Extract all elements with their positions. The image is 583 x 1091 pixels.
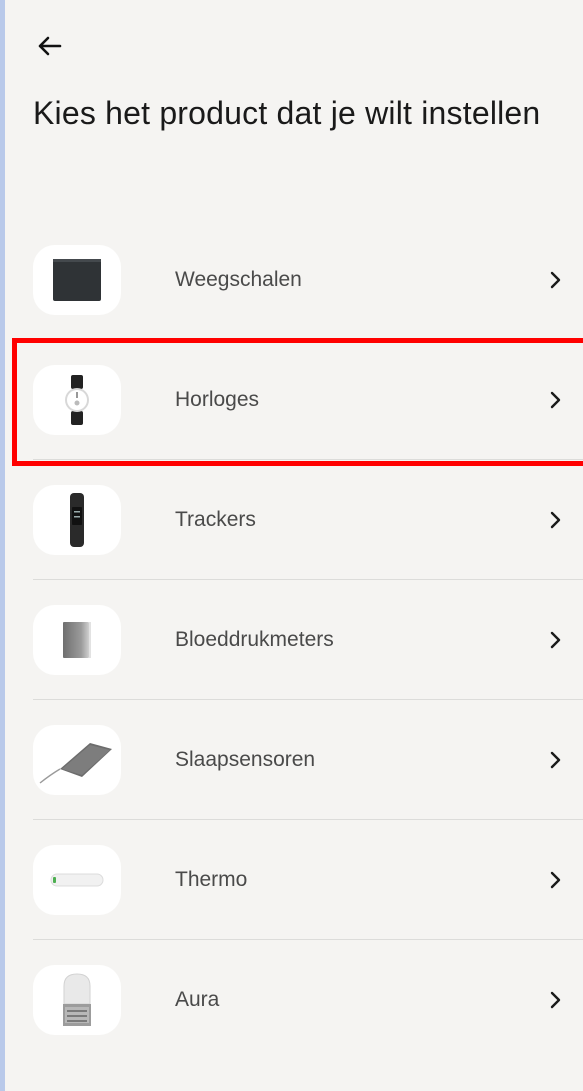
product-label: Horloges — [175, 388, 260, 411]
product-thumbnail — [33, 725, 121, 795]
product-label: Slaapsensoren — [175, 748, 316, 771]
product-row-horloges[interactable]: Horloges — [5, 340, 583, 460]
product-thumbnail — [33, 605, 121, 675]
product-thumbnail — [33, 845, 121, 915]
product-label: Bloeddrukmeters — [175, 628, 334, 651]
arrow-left-icon — [38, 36, 62, 56]
screen: Kies het product dat je wilt instellen W… — [5, 0, 583, 1091]
chevron-right-icon — [545, 868, 565, 892]
chevron-right-icon — [545, 748, 565, 772]
product-row-trackers[interactable]: Trackers — [5, 460, 583, 580]
product-row-weegschalen[interactable]: Weegschalen — [5, 220, 583, 340]
back-button[interactable] — [35, 28, 79, 64]
blood-pressure-monitor-icon — [63, 622, 91, 658]
chevron-right-icon — [545, 268, 565, 292]
product-list: Weegschalen Horloges Trackers Bloeddrukm… — [5, 220, 583, 1060]
scale-icon — [53, 259, 101, 301]
tracker-icon — [70, 493, 84, 547]
page-title: Kies het product dat je wilt instellen — [33, 95, 541, 131]
watch-icon — [65, 375, 89, 425]
thermometer-icon — [50, 873, 104, 887]
product-row-thermo[interactable]: Thermo — [5, 820, 583, 940]
chevron-right-icon — [545, 988, 565, 1012]
product-label: Trackers — [175, 508, 256, 531]
sleep-sensor-icon — [39, 743, 112, 784]
product-label: Thermo — [175, 868, 248, 891]
product-label: Aura — [175, 988, 220, 1011]
product-thumbnail — [33, 485, 121, 555]
product-thumbnail — [33, 365, 121, 435]
aura-icon — [63, 973, 91, 1026]
product-row-aura[interactable]: Aura — [5, 940, 583, 1060]
chevron-right-icon — [545, 628, 565, 652]
product-thumbnail — [33, 245, 121, 315]
product-row-bloeddrukmeters[interactable]: Bloeddrukmeters — [5, 580, 583, 700]
product-thumbnail — [33, 965, 121, 1035]
chevron-right-icon — [545, 508, 565, 532]
product-label: Weegschalen — [175, 268, 302, 291]
product-row-slaapsensoren[interactable]: Slaapsensoren — [5, 700, 583, 820]
chevron-right-icon — [545, 388, 565, 412]
